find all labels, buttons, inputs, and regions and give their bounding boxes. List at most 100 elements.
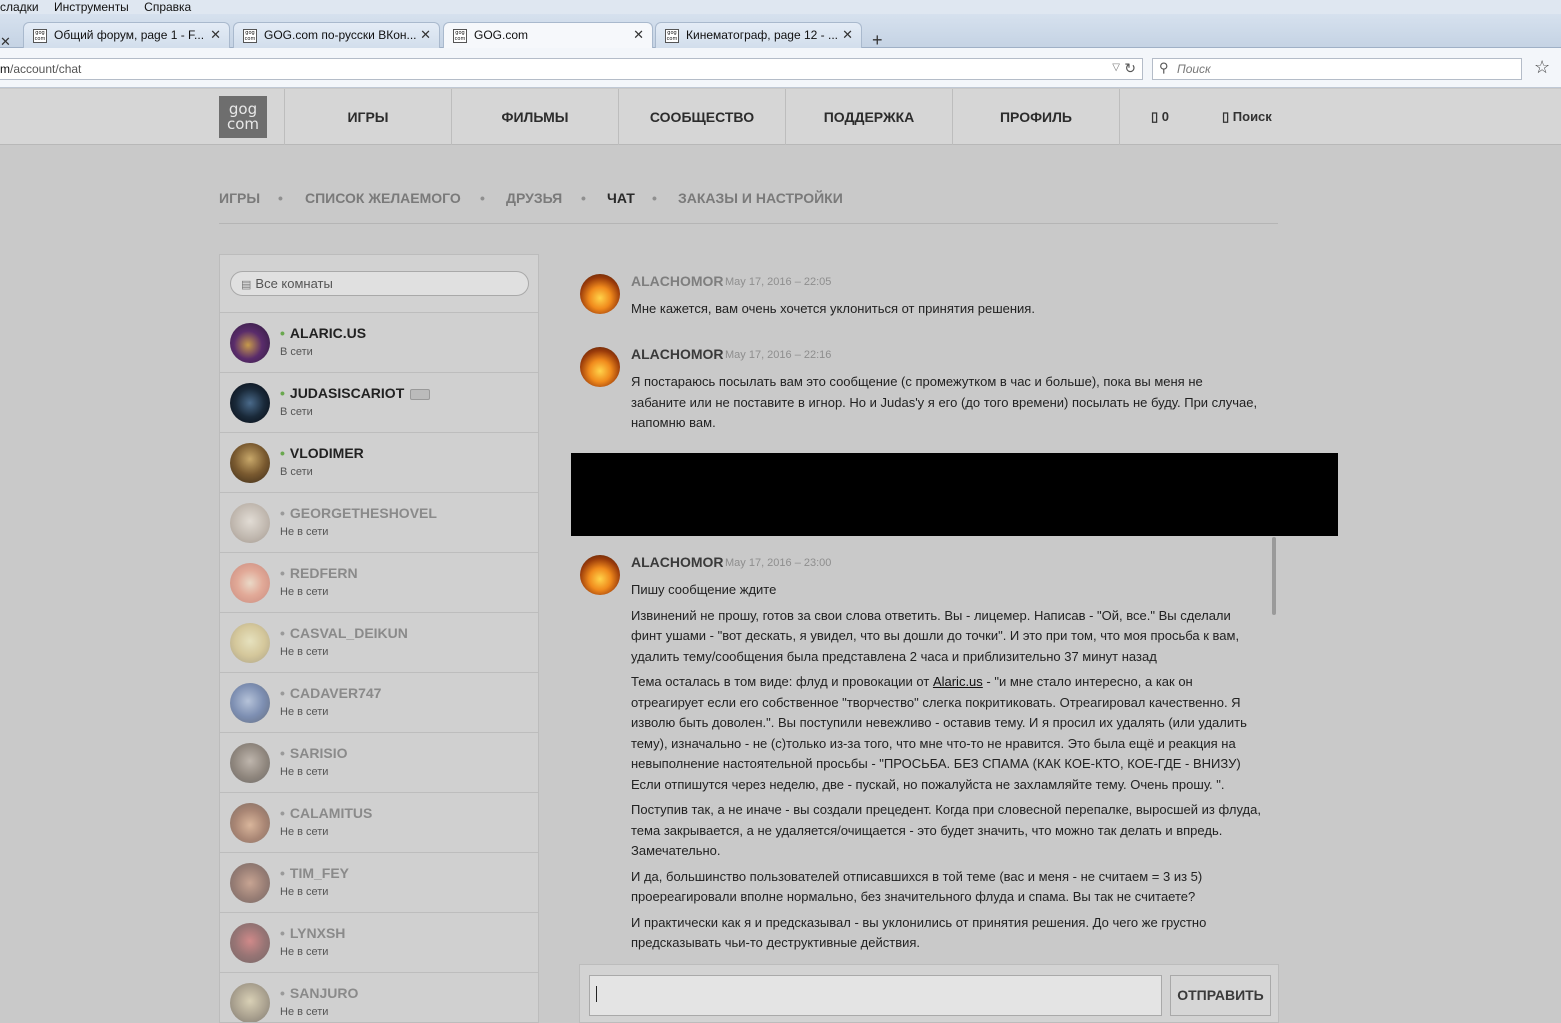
message-author[interactable]: ALACHOMOR	[631, 273, 724, 289]
friend-name: SARISIO	[289, 745, 348, 761]
close-icon[interactable]: ✕	[842, 27, 853, 43]
user-link[interactable]: Alaric.us	[933, 674, 983, 689]
url-field[interactable]: m/account/chat ▽ ↻	[0, 58, 1143, 80]
browser-tab-active[interactable]: gog com GOG.com ✕	[443, 22, 653, 49]
friend-name: GEORGETHESHOVEL	[289, 505, 437, 521]
menu-item-bookmarks[interactable]: сладки	[0, 1, 39, 13]
message-text: Мне кажется, вам очень хочется уклонитьс…	[631, 301, 1035, 316]
friend-status: Не в сети	[280, 706, 329, 718]
friend-name: JUDASISCARIOT	[289, 385, 405, 401]
subnav-orders-settings[interactable]: ЗАКАЗЫ И НАСТРОЙКИ	[678, 190, 843, 206]
friend-item[interactable]: • ALARIC.US В сети	[220, 312, 538, 372]
gog-logo[interactable]: gog com	[219, 96, 267, 138]
avatar	[230, 503, 270, 543]
browser-search-field[interactable]: ⚲ Поиск	[1152, 58, 1522, 80]
menu-item-help[interactable]: Справка	[144, 1, 191, 13]
cart-button[interactable]: ▯ 0	[1151, 89, 1169, 145]
friend-name: SANJURO	[289, 985, 359, 1001]
tab-title: Кинематограф, page 12 - ...	[686, 28, 838, 42]
avatar	[230, 443, 270, 483]
subnav-separator: •	[652, 190, 657, 206]
search-icon: ▯	[1222, 109, 1230, 124]
avatar	[580, 274, 620, 314]
bookmark-star-icon[interactable]: ☆	[1534, 57, 1550, 78]
browser-tab[interactable]: gog com Общий форум, page 1 - F... ✕	[23, 22, 230, 48]
room-search-input[interactable]: ▤ Все комнаты	[230, 271, 529, 296]
menu-item-tools[interactable]: Инструменты	[54, 1, 129, 13]
message-text-part: Тема осталась в том виде: флуд и провока…	[631, 674, 930, 689]
friend-item[interactable]: • JUDASISCARIOT В сети	[220, 372, 538, 432]
browser-toolbar: m/account/chat ▽ ↻ ⚲ Поиск	[0, 48, 1561, 88]
friend-status: Не в сети	[280, 826, 329, 838]
online-dot-icon: •	[280, 385, 285, 401]
site-search-label: Поиск	[1232, 109, 1272, 124]
friend-item[interactable]: • VLODIMER В сети	[220, 432, 538, 492]
offline-dot-icon: •	[280, 805, 285, 821]
message-text: Пишу сообщение ждите	[631, 582, 777, 597]
friend-item[interactable]: • TIM_FEY Не в сети	[220, 852, 538, 912]
chat-scrollbar[interactable]	[1272, 537, 1276, 615]
avatar	[230, 743, 270, 783]
close-icon[interactable]: ✕	[633, 27, 644, 43]
nav-movies[interactable]: ФИЛЬМЫ	[451, 89, 618, 145]
avatar	[230, 383, 270, 423]
friend-item[interactable]: • GEORGETHESHOVEL Не в сети	[220, 492, 538, 552]
url-path: /account/chat	[10, 62, 82, 76]
subnav-separator: •	[278, 190, 283, 206]
url-host: m	[0, 62, 10, 76]
account-subnav: ИГРЫ • СПИСОК ЖЕЛАЕМОГО • ДРУЗЬЯ • ЧАТ •…	[219, 190, 1278, 224]
subnav-chat[interactable]: ЧАТ	[607, 190, 635, 206]
friend-item[interactable]: • SARISIO Не в сети	[220, 732, 538, 792]
subnav-wishlist[interactable]: СПИСОК ЖЕЛАЕМОГО	[305, 190, 461, 206]
rooms-icon: ▤	[241, 279, 252, 291]
friend-name: TIM_FEY	[289, 865, 350, 881]
friend-status: Не в сети	[280, 1006, 329, 1018]
send-button[interactable]: ОТПРАВИТЬ	[1170, 975, 1271, 1016]
nav-community[interactable]: СООБЩЕСТВО	[618, 89, 785, 145]
message-author[interactable]: ALACHOMOR	[631, 554, 724, 570]
browser-tab[interactable]: gog com Кинематограф, page 12 - ... ✕	[655, 22, 862, 48]
friend-name: REDFERN	[289, 565, 358, 581]
offline-dot-icon: •	[280, 505, 285, 521]
friend-item[interactable]: • REDFERN Не в сети	[220, 552, 538, 612]
message-text: Извинений не прошу, готов за свои слова …	[631, 607, 1240, 664]
friend-name: CASVAL_DEIKUN	[289, 625, 408, 641]
friend-status: Не в сети	[280, 646, 329, 658]
friends-sidebar: ▤ Все комнаты • ALARIC.US В сети • JUDASISC…	[219, 254, 539, 1023]
online-dot-icon: •	[280, 445, 285, 461]
nav-games[interactable]: ИГРЫ	[284, 89, 451, 145]
avatar	[230, 623, 270, 663]
chat-panel: ALACHOMOR May 17, 2016 – 22:05 Мне кажет…	[571, 254, 1338, 1023]
nav-profile[interactable]: ПРОФИЛЬ	[952, 89, 1120, 145]
message-input[interactable]	[589, 975, 1162, 1016]
text-caret	[596, 986, 597, 1002]
site-search-button[interactable]: ▯ Поиск	[1222, 89, 1272, 145]
browser-tab[interactable]: gog com GOG.com по-русски ВКон... ✕	[233, 22, 440, 48]
tab-title: GOG.com	[474, 28, 529, 42]
subnav-games[interactable]: ИГРЫ	[219, 190, 260, 206]
friend-name: CALAMITUS	[289, 805, 373, 821]
browser-menubar: сладки Инструменты Справка	[0, 0, 1561, 14]
friend-item[interactable]: • LYNXSH Не в сети	[220, 912, 538, 972]
friend-name: LYNXSH	[289, 925, 346, 941]
friend-item[interactable]: • SANJURO Не в сети	[220, 972, 538, 1022]
cart-icon: ▯	[1151, 109, 1159, 124]
gog-favicon-icon: gog com	[453, 29, 467, 43]
cart-count: 0	[1161, 109, 1170, 124]
friend-item[interactable]: • CASVAL_DEIKUN Не в сети	[220, 612, 538, 672]
close-icon[interactable]: ✕	[210, 27, 221, 43]
friend-item[interactable]: • CALAMITUS Не в сети	[220, 792, 538, 852]
friend-name: CADAVER747	[289, 685, 382, 701]
message-author[interactable]: ALACHOMOR	[631, 346, 724, 362]
close-icon[interactable]: ✕	[420, 27, 431, 43]
avatar	[230, 323, 270, 363]
avatar	[230, 803, 270, 843]
friend-status: Не в сети	[280, 766, 329, 778]
reload-icon[interactable]: ↻	[1124, 60, 1136, 77]
friend-item[interactable]: • CADAVER747 Не в сети	[220, 672, 538, 732]
nav-support[interactable]: ПОДДЕРЖКА	[785, 89, 952, 145]
subnav-friends[interactable]: ДРУЗЬЯ	[506, 190, 562, 206]
avatar	[230, 863, 270, 903]
dropdown-arrow-icon[interactable]: ▽	[1112, 62, 1120, 73]
offline-dot-icon: •	[280, 745, 285, 761]
